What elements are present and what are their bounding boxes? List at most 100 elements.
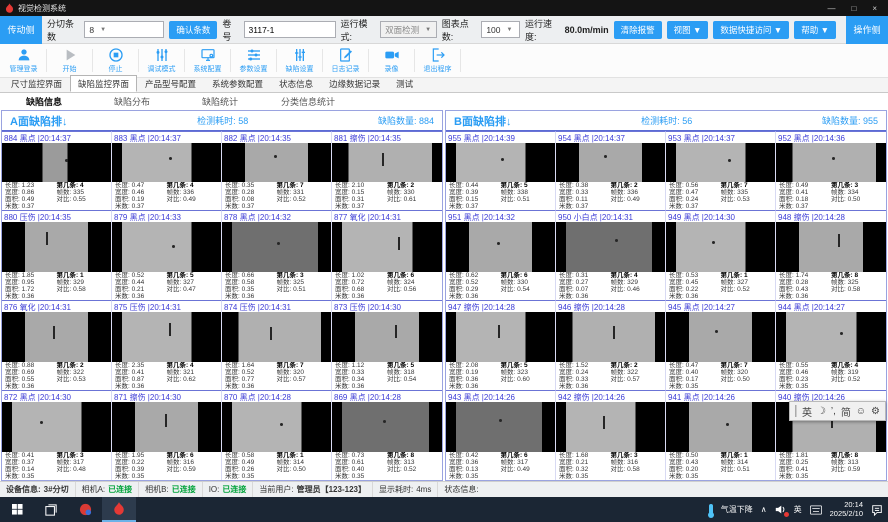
chart-points-select[interactable]: 100 ▼ — [481, 21, 520, 38]
defect-thumbnail[interactable] — [112, 312, 221, 362]
defect-cell[interactable]: 881 擦伤 |20:14:35长度: 2.10宽度: 0.15面积: 0.31… — [332, 131, 442, 210]
language-indicator[interactable]: 英 — [794, 504, 802, 515]
defect-thumbnail[interactable] — [2, 222, 111, 272]
defect-cell[interactable]: 877 氧化 |20:14:31长度: 1.02宽度: 0.72面积: 0.68… — [332, 210, 442, 300]
defect-thumbnail[interactable] — [776, 222, 886, 272]
defect-thumbnail[interactable] — [332, 222, 442, 272]
ime-lang-button[interactable]: 英 — [802, 404, 812, 419]
taskbar-app-button[interactable] — [68, 497, 102, 522]
defect-thumbnail[interactable] — [112, 222, 221, 272]
subtab-defect-info[interactable]: 缺陷信息 — [0, 95, 88, 108]
defect-cell[interactable]: 947 擦伤 |20:14:28长度: 2.08宽度: 0.19面积: 0.36… — [446, 300, 556, 390]
defect-cell[interactable]: 944 黑点 |20:14:27长度: 0.55宽度: 0.46面积: 0.23… — [776, 300, 886, 390]
clear-alarm-button[interactable]: 清除报警 — [614, 21, 662, 39]
defect-thumbnail[interactable] — [222, 402, 331, 452]
tab-product-model-config[interactable]: 产品型号配置 — [137, 75, 204, 92]
tab-test[interactable]: 测试 — [388, 75, 421, 92]
defect-cell[interactable]: 946 擦伤 |20:14:28长度: 1.52宽度: 0.24面积: 0.33… — [556, 300, 666, 390]
confirm-count-button[interactable]: 确认条数 — [169, 21, 217, 39]
defect-thumbnail[interactable] — [222, 312, 331, 362]
defect-thumbnail[interactable] — [332, 402, 442, 452]
params-settings-button[interactable]: 参数设置 — [233, 44, 274, 77]
tab-size-monitor[interactable]: 尺寸监控界面 — [3, 75, 70, 92]
defect-thumbnail[interactable] — [666, 402, 775, 452]
data-quick-access-button[interactable]: 数据快捷访问 ▼ — [713, 21, 789, 39]
defect-thumbnail[interactable] — [666, 143, 775, 182]
defect-cell[interactable]: 954 黑点 |20:14:37长度: 0.38宽度: 0.33面积: 0.11… — [556, 131, 666, 210]
defect-thumbnail[interactable] — [332, 312, 442, 362]
defect-cell[interactable]: 872 黑点 |20:14:30长度: 0.41宽度: 0.37面积: 0.14… — [2, 390, 112, 480]
defect-thumbnail[interactable] — [556, 222, 665, 272]
defect-thumbnail[interactable] — [2, 312, 111, 362]
defect-thumbnail[interactable] — [556, 143, 665, 182]
defect-cell[interactable]: 882 黑点 |20:14:35长度: 0.35宽度: 0.28面积: 0.08… — [222, 131, 332, 210]
defect-cell[interactable]: 950 小白点 |20:14:31长度: 0.31宽度: 0.27面积: 0.0… — [556, 210, 666, 300]
defect-cell[interactable]: 945 黑点 |20:14:27长度: 0.47宽度: 0.40面积: 0.17… — [666, 300, 776, 390]
defect-cell[interactable]: 884 黑点 |20:14:37长度: 1.23宽度: 0.86面积: 0.49… — [2, 131, 112, 210]
defect-cell[interactable]: 875 压伤 |20:14:31长度: 2.35宽度: 0.41面积: 0.87… — [112, 300, 222, 390]
defect-cell[interactable]: 878 黑点 |20:14:32长度: 0.66宽度: 0.58面积: 0.35… — [222, 210, 332, 300]
defect-thumbnail[interactable] — [332, 143, 442, 182]
system-config-button[interactable]: 系统配置 — [187, 44, 228, 77]
defect-thumbnail[interactable] — [2, 143, 111, 182]
defect-thumbnail[interactable] — [112, 402, 221, 452]
defect-cell[interactable]: 942 擦伤 |20:14:26长度: 1.68宽度: 0.21面积: 0.32… — [556, 390, 666, 480]
defect-thumbnail[interactable] — [666, 222, 775, 272]
defect-cell[interactable]: 948 擦伤 |20:14:28长度: 1.74宽度: 0.28面积: 0.43… — [776, 210, 886, 300]
defect-thumbnail[interactable] — [446, 402, 555, 452]
tray-expand-chevron[interactable]: ∧ — [761, 505, 767, 514]
operator-side-button[interactable]: 操作侧 — [846, 16, 888, 44]
ime-gear-icon[interactable]: ⚙ — [871, 406, 880, 417]
defect-thumbnail[interactable] — [446, 222, 555, 272]
defect-cell[interactable]: 943 黑点 |20:14:26长度: 0.42宽度: 0.36面积: 0.13… — [446, 390, 556, 480]
record-video-button[interactable]: 录像 — [371, 44, 412, 77]
defect-cell[interactable]: 953 黑点 |20:14:37长度: 0.56宽度: 0.47面积: 0.24… — [666, 131, 776, 210]
weather-text[interactable]: 气温下降 — [721, 504, 753, 515]
roll-number-input[interactable] — [244, 21, 336, 38]
log-record-button[interactable]: 日志记录 — [325, 44, 366, 77]
action-center-icon[interactable] — [871, 504, 883, 516]
defect-thumbnail[interactable] — [776, 143, 886, 182]
defect-thumbnail[interactable] — [556, 312, 665, 362]
defect-thumbnail[interactable] — [666, 312, 775, 362]
task-view-button[interactable] — [34, 497, 68, 522]
defect-cell[interactable]: 876 氧化 |20:14:31长度: 0.88宽度: 0.69面积: 0.55… — [2, 300, 112, 390]
defect-cell[interactable]: 873 压伤 |20:14:30长度: 1.12宽度: 0.33面积: 0.34… — [332, 300, 442, 390]
defect-cell[interactable]: 879 黑点 |20:14:33长度: 0.52宽度: 0.44面积: 0.21… — [112, 210, 222, 300]
ime-moon-icon[interactable]: ☽ — [817, 406, 826, 417]
start-button[interactable] — [0, 497, 34, 522]
tab-status-info[interactable]: 状态信息 — [271, 75, 321, 92]
defect-cell[interactable]: 951 黑点 |20:14:32长度: 0.62宽度: 0.52面积: 0.29… — [446, 210, 556, 300]
defect-settings-button[interactable]: 缺陷设置 — [279, 44, 320, 77]
start-button[interactable]: 开始 — [49, 44, 90, 77]
defect-cell[interactable]: 874 压伤 |20:14:31长度: 1.64宽度: 0.52面积: 0.77… — [222, 300, 332, 390]
clock[interactable]: 20:14 2025/2/10 — [830, 501, 863, 518]
defect-cell[interactable]: 880 压伤 |20:14:35长度: 1.85宽度: 0.95面积: 1.72… — [2, 210, 112, 300]
view-menu-button[interactable]: 视图 ▼ — [667, 21, 709, 39]
defect-thumbnail[interactable] — [112, 143, 221, 182]
defect-cell[interactable]: 870 黑点 |20:14:28长度: 0.58宽度: 0.49面积: 0.26… — [222, 390, 332, 480]
defect-cell[interactable]: 883 黑点 |20:14:37长度: 0.47宽度: 0.46面积: 0.19… — [112, 131, 222, 210]
ime-punct-button[interactable]: ’, — [831, 406, 836, 417]
volume-button[interactable] — [775, 504, 786, 515]
admin-login-button[interactable]: 管理登录 — [3, 44, 44, 77]
ime-emoji-icon[interactable]: ☺ — [856, 406, 866, 417]
exit-program-button[interactable]: 退出程序 — [417, 44, 458, 77]
defect-cell[interactable]: 869 黑点 |20:14:28长度: 0.73宽度: 0.61面积: 0.40… — [332, 390, 442, 480]
subtab-class-info-statistics[interactable]: 分类信息统计 — [264, 95, 352, 108]
tab-defect-monitor[interactable]: 缺陷监控界面 — [70, 75, 137, 92]
debug-mode-button[interactable]: 调试模式 — [141, 44, 182, 77]
maximize-button[interactable]: □ — [851, 4, 856, 13]
defect-thumbnail[interactable] — [446, 143, 555, 182]
drive-side-button[interactable]: 传动侧 — [0, 16, 42, 44]
help-menu-button[interactable]: 帮助 ▼ — [794, 21, 836, 39]
subtab-defect-distribution[interactable]: 缺陷分布 — [88, 95, 176, 108]
defect-thumbnail[interactable] — [446, 312, 555, 362]
defect-cell[interactable]: 949 黑点 |20:14:30长度: 0.53宽度: 0.45面积: 0.22… — [666, 210, 776, 300]
tab-system-params-config[interactable]: 系统参数配置 — [204, 75, 271, 92]
defect-thumbnail[interactable] — [776, 312, 886, 362]
run-mode-select[interactable]: 双面检测 ▼ — [380, 21, 437, 38]
ime-drag-handle[interactable] — [795, 405, 797, 417]
minimize-button[interactable]: — — [827, 4, 835, 13]
defect-thumbnail[interactable] — [556, 402, 665, 452]
